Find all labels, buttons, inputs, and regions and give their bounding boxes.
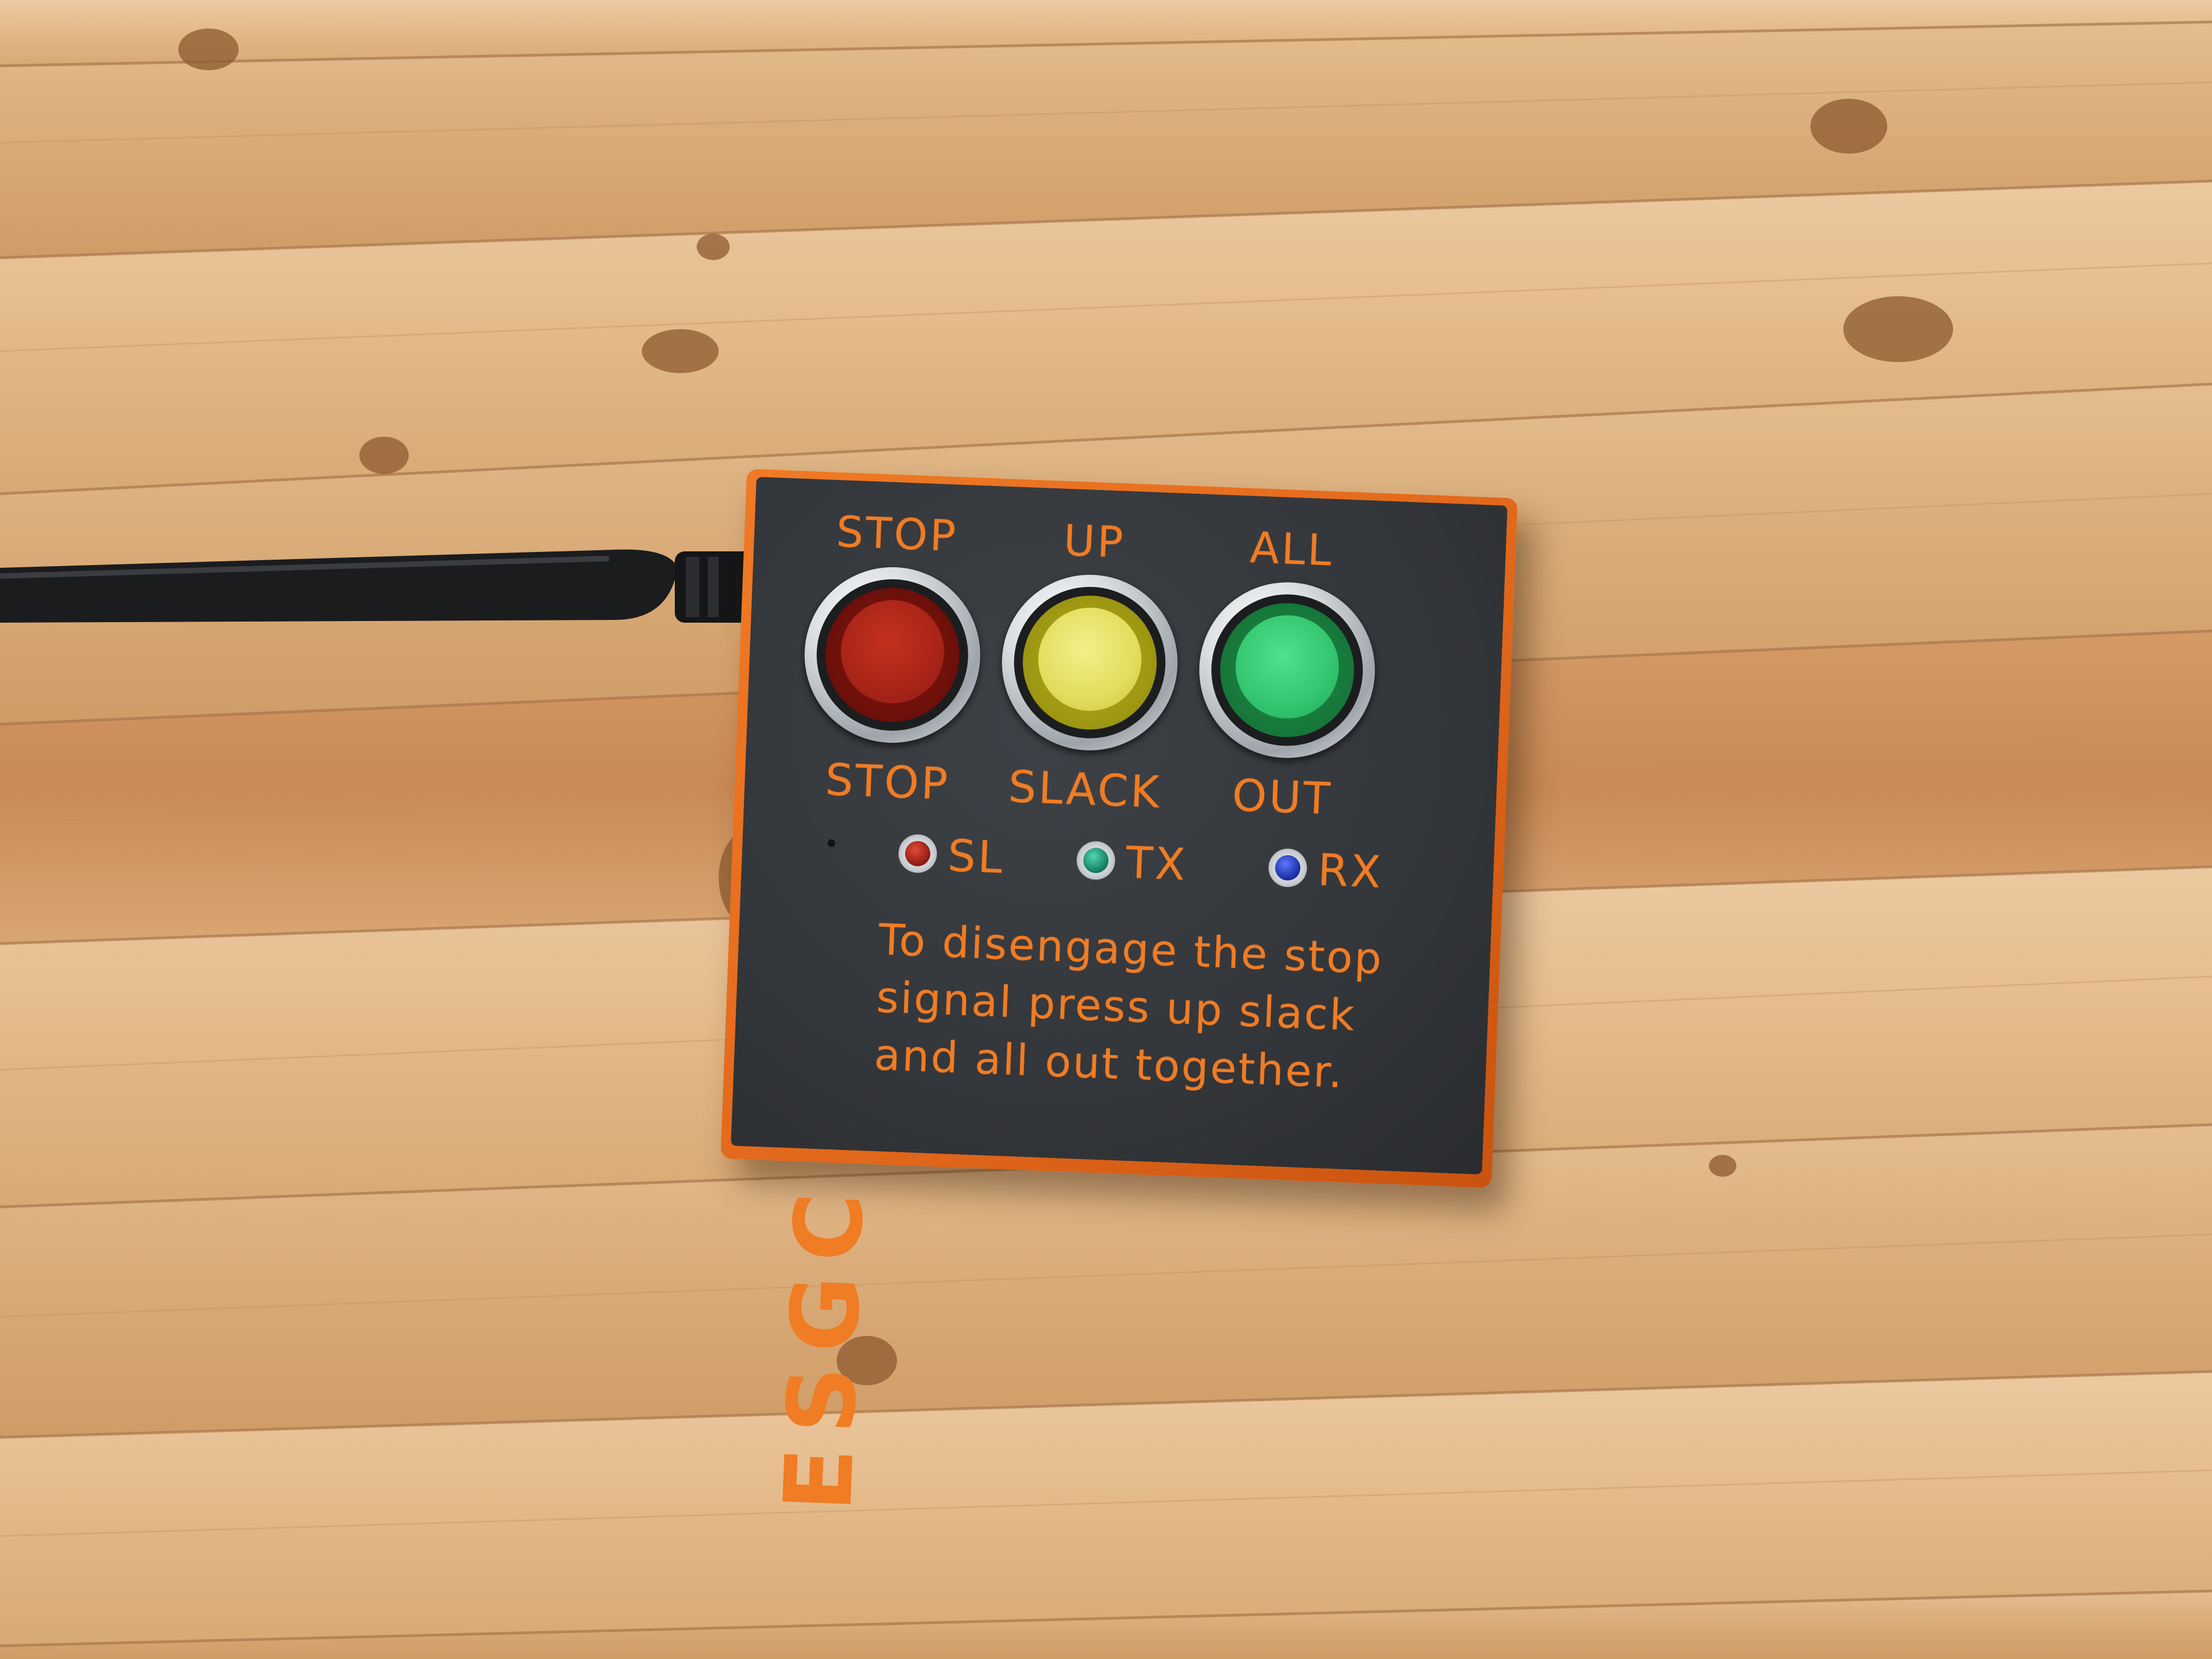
control-panel: STOP UP ALL STOP SLACK OUT SL TX RX ESGC… <box>731 477 1508 1514</box>
stop-button-label: STOP <box>835 507 959 562</box>
tx-led-label: TX <box>1125 837 1188 890</box>
sl-led-label: SL <box>946 830 1006 883</box>
pinhole <box>827 839 836 848</box>
out-caption: OUT <box>1231 769 1334 825</box>
brand-container: ESGC <box>731 1124 885 1514</box>
photo-scene: STOP UP ALL STOP SLACK OUT SL TX RX ESGC… <box>0 0 2212 1659</box>
rx-indicator-led <box>1267 848 1308 888</box>
sl-indicator-led <box>898 833 938 874</box>
brand-logo-text: ESGC <box>764 1176 885 1514</box>
slack-caption: SLACK <box>1007 761 1163 818</box>
esgc-control-box: STOP UP ALL STOP SLACK OUT SL TX RX ESGC… <box>720 469 1518 1514</box>
up-button-label: UP <box>1063 516 1126 568</box>
tx-indicator-led <box>1076 840 1116 881</box>
instruction-line-1: To disengage the stop <box>877 915 1384 984</box>
led-dome <box>1082 847 1109 874</box>
up-slack-button[interactable] <box>998 571 1181 754</box>
led-dome <box>904 840 931 867</box>
led-dome <box>1274 854 1301 881</box>
rx-led-label: RX <box>1317 844 1384 898</box>
stop-caption: STOP <box>824 754 951 810</box>
all-button-label: ALL <box>1249 523 1335 576</box>
all-out-button[interactable] <box>1196 579 1379 761</box>
instruction-line-2: signal press up slack <box>875 973 1357 1041</box>
instruction-line-3: and all out together. <box>873 1030 1345 1098</box>
stop-button[interactable] <box>801 563 984 746</box>
